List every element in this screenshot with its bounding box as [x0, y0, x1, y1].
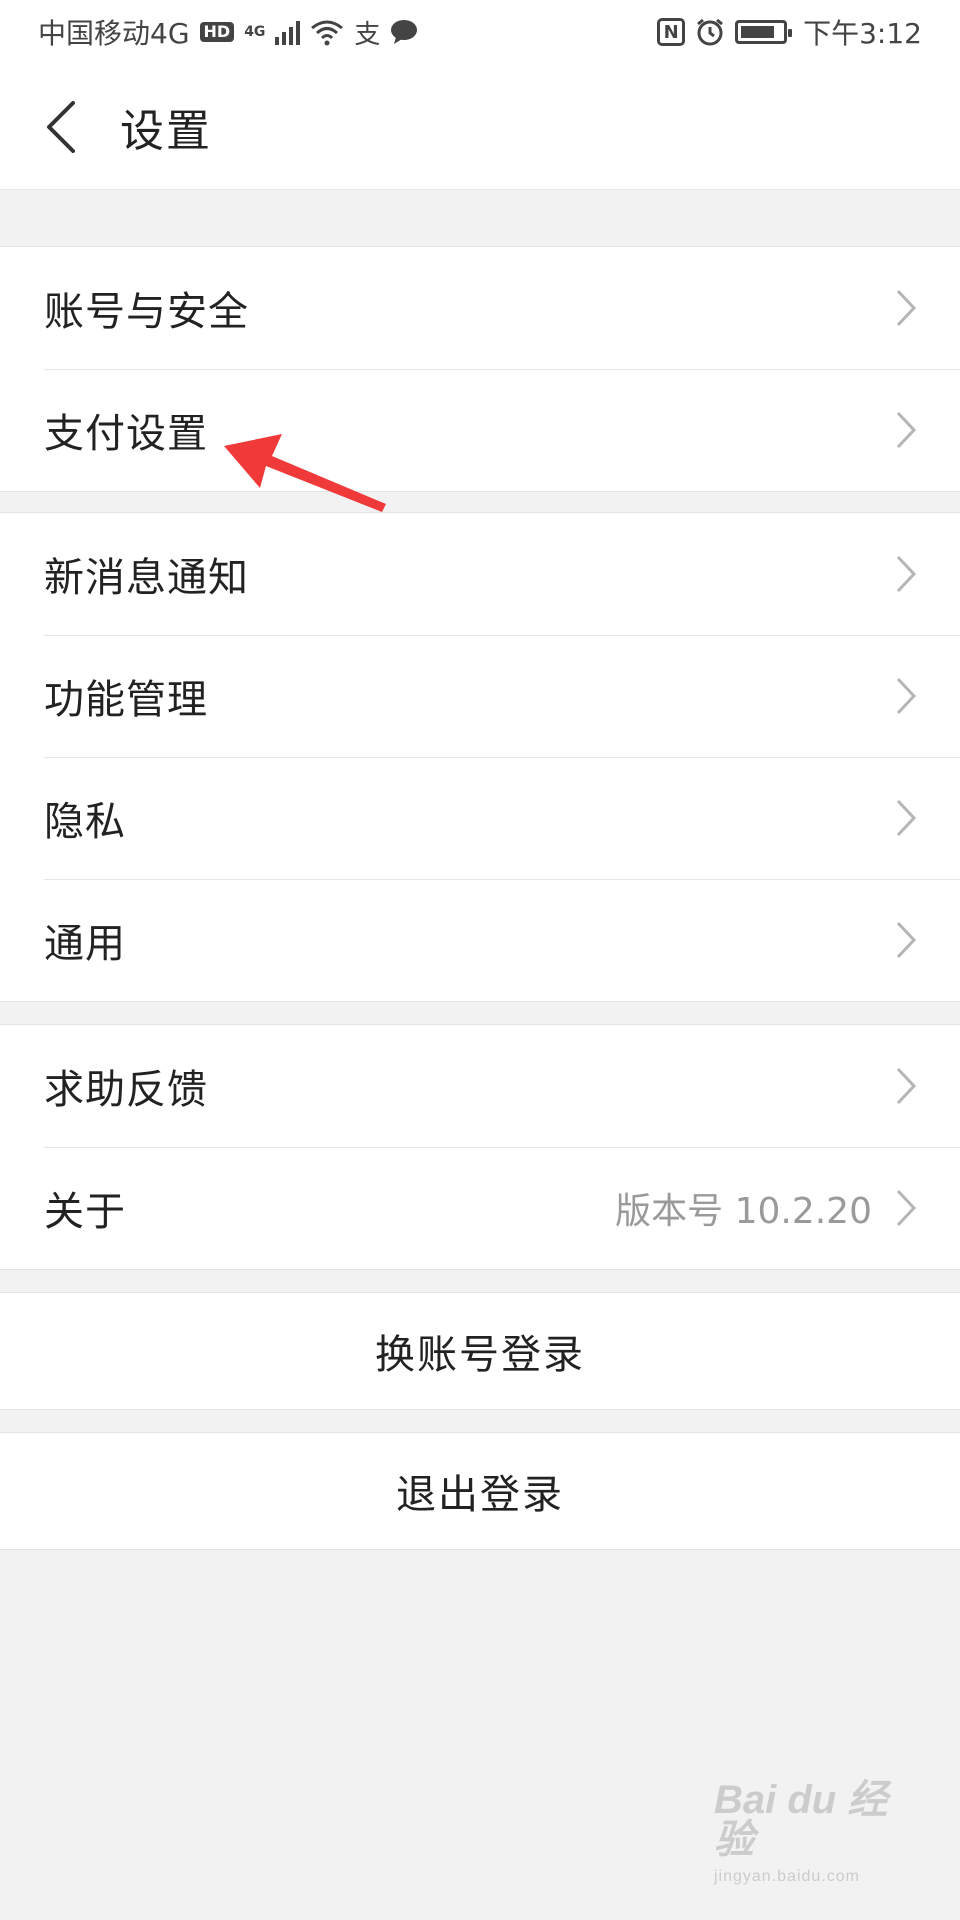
- alipay-icon: 支: [354, 19, 381, 50]
- settings-item-feedback[interactable]: 求助反馈: [0, 1025, 960, 1147]
- chevron-right-icon: [896, 1189, 917, 1227]
- status-left: 中国移动4G HD 4G 支: [38, 12, 418, 52]
- alarm-icon: [697, 18, 724, 46]
- settings-group-help: 求助反馈 关于 版本号 10.2.20: [0, 1024, 960, 1270]
- watermark-logo: Bai du 经验: [714, 1778, 888, 1862]
- switch-account-button[interactable]: 换账号登录: [0, 1292, 960, 1410]
- title-bar: 设置: [0, 64, 960, 190]
- nfc-icon: N: [657, 18, 686, 46]
- status-right: N 下午3:12: [657, 12, 922, 52]
- settings-item-account-security[interactable]: 账号与安全: [0, 247, 960, 369]
- settings-item-privacy[interactable]: 隐私: [0, 757, 960, 879]
- chevron-right-icon: [896, 411, 917, 449]
- chevron-right-icon: [896, 921, 917, 959]
- chevron-left-icon: [47, 100, 75, 153]
- chevron-right-icon: [896, 677, 917, 715]
- settings-item-label: 关于: [44, 1189, 126, 1235]
- chevron-right-icon: [896, 1067, 917, 1105]
- signal-icon: [275, 19, 301, 45]
- settings-item-label: 账号与安全: [44, 289, 249, 335]
- wifi-icon: [311, 20, 344, 46]
- settings-group-general: 新消息通知 功能管理 隐私 通用: [0, 512, 960, 1002]
- back-button[interactable]: [0, 64, 120, 190]
- settings-group-account: 账号与安全 支付设置: [0, 246, 960, 492]
- settings-item-notifications[interactable]: 新消息通知: [0, 513, 960, 635]
- chat-bubble-icon: [391, 20, 418, 44]
- settings-item-label: 支付设置: [44, 411, 208, 457]
- settings-item-payment[interactable]: 支付设置: [0, 369, 960, 491]
- settings-item-about[interactable]: 关于 版本号 10.2.20: [0, 1147, 960, 1269]
- settings-item-features[interactable]: 功能管理: [0, 635, 960, 757]
- logout-button[interactable]: 退出登录: [0, 1432, 960, 1550]
- carrier-label: 中国移动4G: [38, 17, 190, 50]
- clock-label: 下午3:12: [803, 17, 922, 50]
- hd-badge: HD: [199, 22, 235, 42]
- status-bar: 中国移动4G HD 4G 支 N 下午3:12: [0, 0, 960, 64]
- version-value: 版本号 10.2.20: [615, 1191, 872, 1232]
- settings-item-label: 求助反馈: [44, 1067, 208, 1113]
- settings-item-label: 功能管理: [44, 677, 208, 723]
- battery-icon: [735, 20, 793, 44]
- network-type-label: 4G: [244, 24, 266, 40]
- page-title: 设置: [120, 105, 212, 157]
- watermark-url: jingyan.baidu.com: [714, 1868, 860, 1885]
- chevron-right-icon: [896, 289, 917, 327]
- chevron-right-icon: [896, 555, 917, 593]
- watermark: Bai du 经验 jingyan.baidu.com: [714, 1778, 914, 1885]
- settings-item-label: 通用: [44, 921, 126, 967]
- settings-item-label: 隐私: [44, 799, 126, 845]
- settings-item-general[interactable]: 通用: [0, 879, 960, 1001]
- chevron-right-icon: [896, 799, 917, 837]
- settings-item-label: 新消息通知: [44, 555, 249, 601]
